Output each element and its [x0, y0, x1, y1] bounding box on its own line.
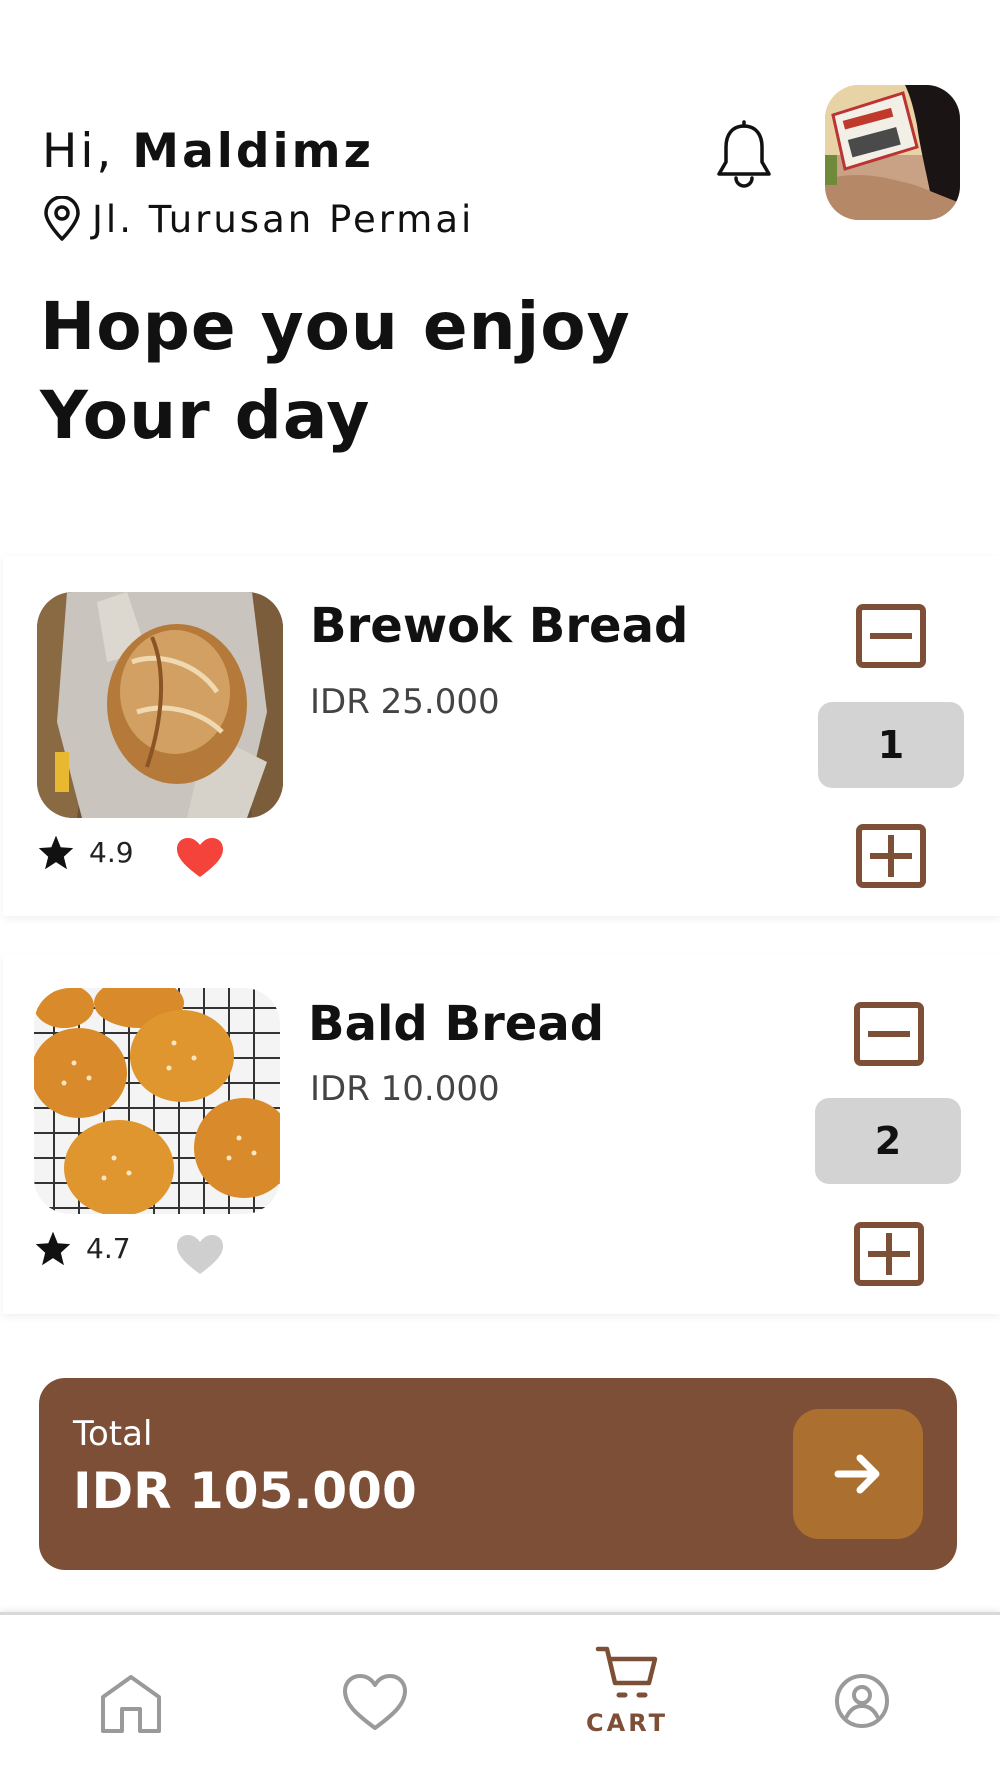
arrow-right-icon [834, 1454, 880, 1494]
nav-favorites[interactable] [342, 1673, 408, 1731]
rating-value: 4.9 [89, 835, 134, 869]
cart-item: Brewok Bread IDR 25.000 4.9 1 [3, 556, 1000, 916]
cart-item: Bald Bread IDR 10.000 4.7 2 [3, 954, 1000, 1314]
greeting-prefix: Hi, [42, 124, 115, 179]
product-image[interactable] [37, 592, 283, 818]
nav-home[interactable] [98, 1673, 164, 1733]
product-image[interactable] [34, 988, 280, 1214]
rating-value: 4.7 [86, 1231, 131, 1265]
product-price: IDR 10.000 [310, 1069, 500, 1109]
user-name: Maldimz [132, 124, 374, 179]
heart-icon[interactable] [175, 836, 225, 878]
heart-icon [343, 1674, 407, 1730]
location-text: Jl. Turusan Permai [92, 197, 475, 241]
star-icon [38, 835, 74, 870]
bell-icon[interactable] [712, 120, 776, 190]
location[interactable]: Jl. Turusan Permai [42, 196, 474, 242]
bread-loaf-photo [37, 592, 283, 818]
home-icon [101, 1675, 161, 1733]
bottom-nav: CART [0, 1612, 1000, 1778]
total-bar: Total IDR 105.000 [39, 1378, 957, 1570]
product-price: IDR 25.000 [310, 682, 500, 722]
increase-quantity-button[interactable] [854, 1222, 924, 1286]
total-amount: IDR 105.000 [73, 1462, 417, 1520]
nav-cart[interactable]: CART [586, 1645, 668, 1737]
header: Hi, Maldimz Jl. Turusan Permai Hope you … [0, 0, 1000, 480]
product-name: Brewok Bread [310, 598, 689, 654]
headline-line-2: Your day [40, 377, 371, 454]
quantity-value: 1 [818, 702, 964, 788]
avatar-photo [825, 85, 960, 220]
total-label: Total [73, 1414, 153, 1454]
heart-icon[interactable] [175, 1233, 225, 1275]
profile-icon [835, 1674, 889, 1728]
sesame-buns-photo [34, 988, 280, 1214]
location-pin-icon [44, 196, 80, 241]
increase-quantity-button[interactable] [856, 824, 926, 888]
headline: Hope you enjoy Your day [40, 282, 631, 460]
rating: 4.9 [37, 834, 134, 870]
headline-line-1: Hope you enjoy [40, 288, 631, 365]
nav-cart-label: CART [586, 1709, 668, 1737]
checkout-button[interactable] [793, 1409, 923, 1539]
quantity-value: 2 [815, 1098, 961, 1184]
avatar[interactable] [825, 85, 960, 220]
decrease-quantity-button[interactable] [854, 1002, 924, 1066]
cart-icon [595, 1646, 658, 1698]
product-name: Bald Bread [308, 996, 605, 1052]
decrease-quantity-button[interactable] [856, 604, 926, 668]
nav-profile[interactable] [834, 1673, 890, 1729]
rating: 4.7 [34, 1230, 131, 1266]
star-icon [35, 1231, 71, 1266]
greeting: Hi, Maldimz [42, 124, 374, 179]
